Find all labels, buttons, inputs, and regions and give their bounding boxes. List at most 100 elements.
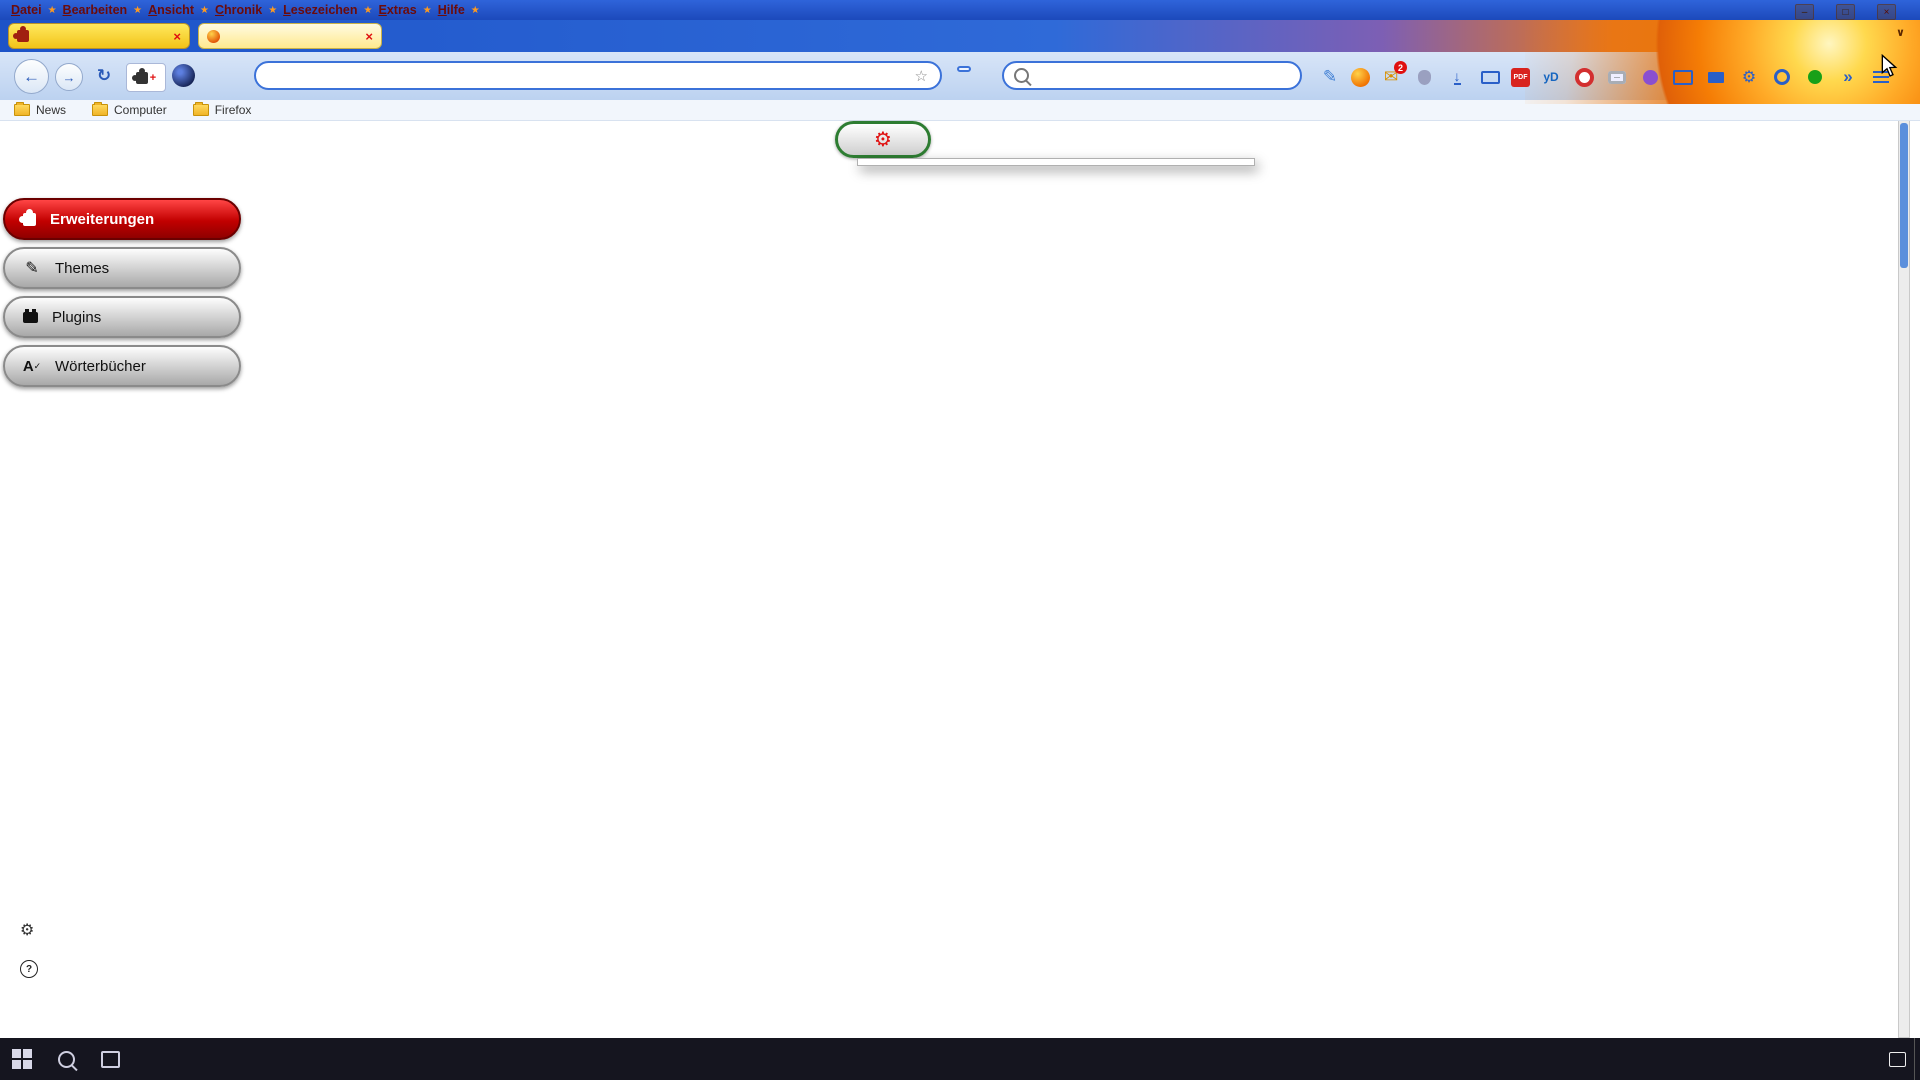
window-minimize-button[interactable]: – [1795, 4, 1814, 20]
status-icon[interactable] [1803, 65, 1827, 89]
menubar-item-label[interactable]: Datei [6, 2, 47, 18]
star-separator-icon: ★ [423, 5, 432, 16]
menubar-item-label[interactable]: Ansicht [143, 2, 199, 18]
tools-dropdown-menu [857, 158, 1255, 166]
back-button[interactable]: ← [14, 59, 49, 94]
sidebar-category-label: Themes [55, 260, 109, 277]
puzzle-icon [136, 72, 148, 84]
menubar-item[interactable]: Lesezeichen ★ [278, 2, 373, 18]
tab-close-icon[interactable]: × [173, 29, 181, 44]
sidebar-category[interactable]: Themes [3, 247, 241, 289]
tools-for-all-addons-button[interactable]: ⚙ [835, 121, 931, 158]
bookmark-star-icon[interactable]: ☆ [915, 67, 928, 85]
nightly-logo [172, 64, 195, 87]
search-icon [58, 1051, 75, 1068]
search-bar[interactable] [1002, 61, 1302, 90]
sidebar-footer-settings[interactable]: ⚙ [20, 920, 44, 940]
bookmark-folder[interactable]: Firefox [193, 103, 252, 117]
mail-count-badge: 2 [1394, 61, 1407, 74]
printer-icon[interactable] [1478, 65, 1502, 89]
overflow-icon[interactable] [1836, 65, 1860, 89]
bookmark-folder[interactable]: Computer [92, 103, 167, 117]
task-view-button[interactable] [88, 1038, 132, 1080]
sidebar-category[interactable]: Erweiterungen [3, 198, 241, 240]
firefox-favicon [207, 30, 220, 43]
window-maximize-button[interactable]: □ [1836, 4, 1855, 20]
menubar-item-label[interactable]: Extras [373, 2, 421, 18]
monitor-icon[interactable] [1671, 65, 1695, 89]
menubar-item[interactable]: Extras ★ [373, 2, 432, 18]
menubar-item[interactable]: Hilfe ★ [433, 2, 481, 18]
plus-icon: + [150, 72, 156, 84]
folder-icon [14, 104, 30, 116]
zoom-icon[interactable] [1770, 65, 1794, 89]
show-desktop-button[interactable] [1914, 1038, 1920, 1080]
gear-icon: ⚙ [20, 920, 34, 940]
brick-icon [23, 312, 38, 323]
menubar-item[interactable]: Datei ★ [6, 2, 58, 18]
url-bar[interactable]: ☆ [254, 61, 942, 90]
reload-button[interactable]: ↻ [92, 64, 116, 88]
paw-icon[interactable] [1638, 65, 1662, 89]
sidebar-category[interactable]: Plugins [3, 296, 241, 338]
dictionary-icon [23, 357, 41, 375]
camera-icon[interactable] [1605, 65, 1629, 89]
start-button[interactable] [0, 1038, 44, 1080]
back-arrow-icon: ← [23, 67, 40, 87]
windows-taskbar [0, 1038, 1920, 1080]
bookmark-folder-label: News [36, 103, 66, 117]
brush-icon [23, 259, 41, 277]
action-center-icon[interactable] [1889, 1052, 1906, 1067]
menu-bar: Datei ★ Bearbeiten ★ Ansicht ★ Chronik ★… [0, 0, 1920, 20]
menubar-item-label[interactable]: Hilfe [433, 2, 470, 18]
yd-icon[interactable]: yD [1539, 65, 1563, 89]
download-icon[interactable] [1445, 65, 1469, 89]
page-identity-box[interactable]: + [126, 63, 166, 92]
bookmark-folder[interactable]: News [14, 103, 66, 117]
windows-logo-icon [12, 1049, 32, 1069]
menubar-item[interactable]: Ansicht ★ [143, 2, 210, 18]
star-separator-icon: ★ [364, 5, 373, 16]
window-close-button[interactable]: × [1877, 4, 1896, 20]
forward-button[interactable]: → [55, 63, 83, 91]
scrollbar-thumb[interactable] [1900, 123, 1908, 268]
sidebar-footer-help[interactable]: ? [20, 960, 48, 978]
tab-bar: × × [0, 20, 1920, 52]
page-scrollbar[interactable] [1898, 120, 1910, 1038]
shield-icon[interactable] [1412, 65, 1436, 89]
star-separator-icon: ★ [200, 5, 209, 16]
help-icon: ? [20, 960, 38, 978]
taskbar-search-button[interactable] [44, 1038, 88, 1080]
menubar-item[interactable]: Chronik ★ [210, 2, 278, 18]
folder2-icon[interactable] [1704, 65, 1728, 89]
toolbar-icon-strip: 2 yD [1318, 65, 1893, 89]
search-input[interactable] [1037, 67, 1290, 84]
menubar-item-label[interactable]: Bearbeiten [58, 2, 133, 18]
task-view-icon [101, 1051, 120, 1068]
menubar-item-label[interactable]: Lesezeichen [278, 2, 362, 18]
pencil-icon[interactable] [1318, 65, 1342, 89]
star-separator-icon: ★ [471, 5, 480, 16]
system-tray [1856, 1052, 1914, 1067]
tools-icon[interactable] [1737, 65, 1761, 89]
search-icon [1014, 68, 1029, 83]
bookmarks-toolbar: News Computer Firefox [0, 100, 1920, 121]
tab-addons-manager[interactable]: × [8, 23, 190, 49]
sidebar-category[interactable]: Wörterbücher [3, 345, 241, 387]
tab-addons-manager-nightly[interactable]: × [198, 23, 382, 49]
addons-page: Erweiterungen Themes Plugins Wörterbüche… [0, 120, 1920, 1038]
zoom-level-badge[interactable] [957, 66, 971, 72]
fox-icon[interactable] [1351, 68, 1370, 87]
menubar-item[interactable]: Bearbeiten ★ [58, 2, 144, 18]
sidebar-category-label: Wörterbücher [55, 358, 146, 375]
reload-icon: ↻ [97, 66, 111, 86]
mail-icon[interactable]: 2 [1379, 65, 1403, 89]
tab-close-icon[interactable]: × [365, 29, 373, 44]
pdf-icon[interactable] [1511, 68, 1530, 87]
menu-icon[interactable] [1869, 65, 1893, 89]
menubar-item-label[interactable]: Chronik [210, 2, 267, 18]
list-tabs-chevron-icon[interactable]: ∨ [1896, 26, 1905, 39]
bookmark-folder-label: Firefox [215, 103, 252, 117]
sidebar-category-label: Plugins [52, 309, 101, 326]
adblock-icon[interactable] [1572, 65, 1596, 89]
